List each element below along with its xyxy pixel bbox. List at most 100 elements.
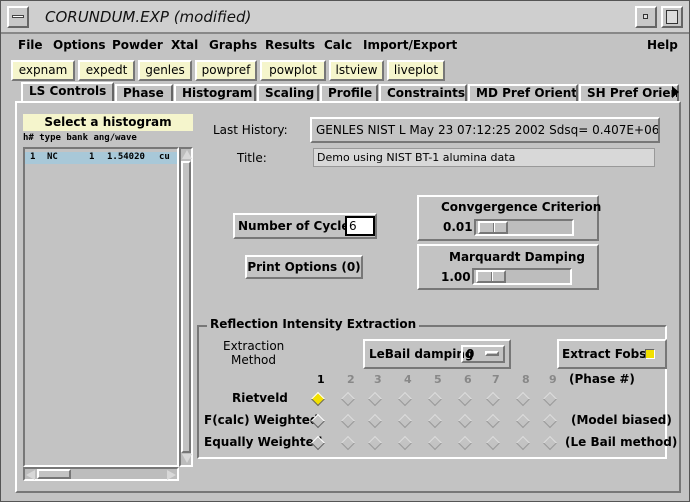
extract-fobs-checkbox[interactable] [645, 349, 655, 359]
radio-equal-phase-2[interactable] [340, 435, 356, 451]
radio-fcalc-phase-4[interactable] [397, 413, 413, 429]
vscroll-thumb[interactable] [181, 161, 191, 453]
last-history-label: Last History: [213, 123, 288, 137]
radio-fcalc-phase-7[interactable] [485, 413, 501, 429]
le-bail-method-note: (Le Bail method) [565, 435, 678, 449]
marquardt-slider[interactable] [472, 268, 572, 285]
tab-scaling[interactable]: Scaling [257, 84, 319, 102]
maximize-icon [666, 10, 678, 24]
liveplot-button[interactable]: liveplot [387, 60, 445, 81]
radio-fcalc-phase-8[interactable] [515, 413, 531, 429]
radio-fcalc-phase-9[interactable] [542, 413, 558, 429]
tab-histogram[interactable]: Histogram [174, 84, 256, 102]
histogram-row-wave: 1.54020 [107, 152, 145, 162]
radio-equal-phase-6[interactable] [457, 435, 473, 451]
phase-number-3: 3 [374, 373, 382, 386]
radio-equal-phase-4[interactable] [397, 435, 413, 451]
tab-ls-controls[interactable]: LS Controls [21, 82, 114, 102]
tab-sh-pref-orient[interactable]: SH Pref Orient [579, 84, 679, 102]
marquardt-slider-thumb[interactable] [476, 270, 506, 283]
menu-file[interactable]: File [18, 38, 43, 52]
powpref-button[interactable]: powpref [195, 60, 257, 81]
cycles-label: Number of Cycles [238, 219, 357, 233]
scroll-right-icon[interactable] [167, 470, 176, 480]
histogram-row-bank: 1 [89, 152, 95, 162]
menu-powder[interactable]: Powder [112, 38, 163, 52]
radio-fcalc-phase-3[interactable] [367, 413, 383, 429]
tab-scroll-right-icon[interactable] [672, 86, 679, 98]
phase-number-9: 9 [549, 373, 557, 386]
phase-number-7: 7 [492, 373, 500, 386]
last-history-value: GENLES NIST L May 23 07:12:25 2002 Sdsq=… [310, 117, 660, 143]
menu-import-export[interactable]: Import/Export [363, 38, 457, 52]
rietveld-label: Rietveld [232, 391, 288, 405]
scroll-down-icon[interactable] [182, 454, 192, 463]
powplot-button[interactable]: powplot [260, 60, 326, 81]
extract-fobs-group[interactable]: Extract Fobs [557, 339, 667, 369]
window-menu-button[interactable] [7, 6, 29, 28]
menu-graphs[interactable]: Graphs [209, 38, 257, 52]
genles-button[interactable]: genles [138, 60, 192, 81]
radio-rietveld-phase-9[interactable] [542, 391, 558, 407]
radio-rietveld-phase-4[interactable] [397, 391, 413, 407]
histogram-list[interactable]: 1 NC 1 1.54020 cu [23, 147, 179, 467]
convergence-slider-thumb[interactable] [478, 221, 508, 234]
model-biased-note: (Model biased) [571, 413, 672, 427]
radio-rietveld-phase-1[interactable] [310, 391, 326, 407]
maximize-button[interactable] [661, 6, 683, 28]
radio-rietveld-phase-5[interactable] [427, 391, 443, 407]
method-label-1: Extraction [223, 339, 285, 353]
radio-fcalc-phase-2[interactable] [340, 413, 356, 429]
menu-calc[interactable]: Calc [324, 38, 352, 52]
histogram-vscrollbar[interactable] [179, 147, 193, 467]
minimize-icon [643, 14, 648, 19]
lebail-label: LeBail damping [369, 347, 474, 361]
extract-fobs-label: Extract Fobs [562, 347, 647, 361]
menu-results[interactable]: Results [265, 38, 315, 52]
histogram-header: Select a histogram [23, 114, 193, 131]
radio-fcalc-phase-5[interactable] [427, 413, 443, 429]
cycles-input[interactable]: 6 [345, 216, 375, 236]
radio-equal-phase-5[interactable] [427, 435, 443, 451]
tab-constraints[interactable]: Constraints [379, 84, 467, 102]
radio-equal-phase-7[interactable] [485, 435, 501, 451]
histogram-row[interactable]: 1 NC 1 1.54020 cu [25, 152, 177, 164]
radio-rietveld-phase-6[interactable] [457, 391, 473, 407]
radio-equal-phase-8[interactable] [515, 435, 531, 451]
convergence-slider[interactable] [474, 219, 574, 236]
radio-rietveld-phase-3[interactable] [367, 391, 383, 407]
scroll-left-icon[interactable] [26, 470, 35, 480]
radio-rietveld-phase-7[interactable] [485, 391, 501, 407]
hscroll-thumb[interactable] [37, 469, 71, 479]
lebail-dropdown[interactable]: 0 [461, 345, 505, 363]
title-input[interactable]: Demo using NIST BT-1 alumina data [313, 148, 655, 167]
phase-number-6: 6 [464, 373, 472, 386]
print-options-button[interactable]: Print Options (0) [245, 255, 363, 279]
radio-fcalc-phase-6[interactable] [457, 413, 473, 429]
scroll-up-icon[interactable] [182, 150, 192, 159]
radio-rietveld-phase-8[interactable] [515, 391, 531, 407]
tab-md-pref-orient[interactable]: MD Pref Orient [468, 84, 578, 102]
menu-bar: File Options Powder Xtal Graphs Results … [5, 35, 685, 55]
histogram-row-num: 1 [30, 152, 36, 162]
minimize-button[interactable] [635, 6, 657, 28]
tab-phase[interactable]: Phase [115, 84, 173, 102]
tab-profile[interactable]: Profile [320, 84, 378, 102]
histogram-hscrollbar[interactable] [23, 467, 179, 481]
expedt-button[interactable]: expedt [78, 60, 135, 81]
equally-weighted-label: Equally Weighted [204, 435, 323, 449]
radio-rietveld-phase-2[interactable] [340, 391, 356, 407]
radio-equal-phase-3[interactable] [367, 435, 383, 451]
menu-xtal[interactable]: Xtal [171, 38, 198, 52]
radio-equal-phase-9[interactable] [542, 435, 558, 451]
window-title: CORUNDUM.EXP (modified) [45, 8, 252, 26]
rie-group: Reflection Intensity Extraction Extracti… [197, 317, 677, 459]
expnam-button[interactable]: expnam [11, 60, 75, 81]
cycles-group: Number of Cycles 6 [233, 213, 377, 239]
menu-help[interactable]: Help [647, 38, 678, 52]
slider-groove-icon [493, 223, 495, 232]
lstview-button[interactable]: lstview [329, 60, 384, 81]
menu-options[interactable]: Options [53, 38, 106, 52]
lebail-value: 0 [466, 347, 475, 361]
rie-group-label: Reflection Intensity Extraction [207, 317, 420, 331]
